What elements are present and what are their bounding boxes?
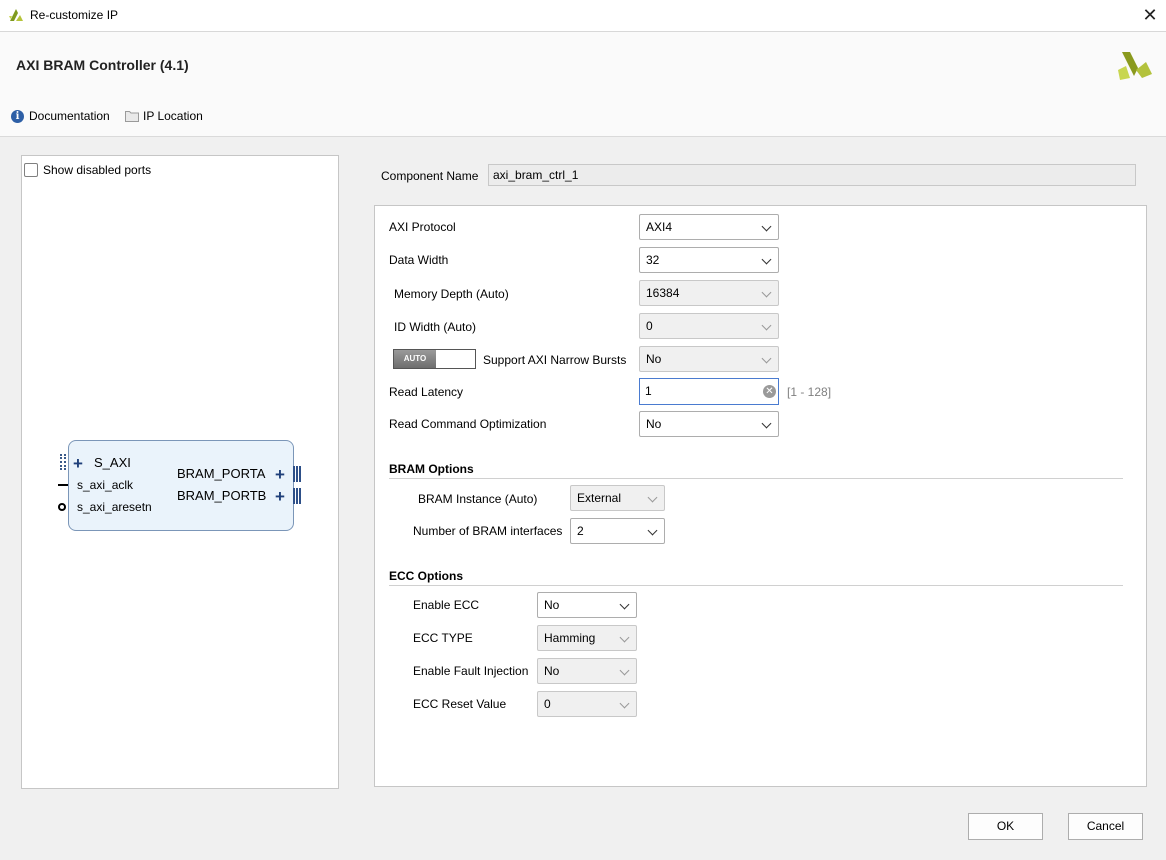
axi-protocol-value: AXI4	[646, 220, 673, 234]
ip-title: AXI BRAM Controller (4.1)	[16, 57, 189, 73]
bram-instance-select: External	[570, 485, 665, 511]
brand-logo-icon	[1118, 52, 1152, 80]
port-bram-portb: BRAM_PORTB	[177, 488, 267, 503]
bram-options-divider	[389, 478, 1123, 479]
read-latency-label: Read Latency	[389, 385, 464, 399]
close-button[interactable]: ✕	[1138, 4, 1162, 26]
memory-depth-label: Memory Depth (Auto)	[394, 287, 509, 301]
data-width-value: 32	[646, 253, 660, 267]
enable-ecc-select[interactable]: No	[537, 592, 637, 618]
checkbox-box[interactable]	[24, 163, 38, 177]
chevron-down-icon	[761, 254, 772, 265]
s-axi-expand-icon[interactable]: +	[73, 455, 83, 472]
memory-depth-select: 16384	[639, 280, 779, 306]
axi-protocol-select[interactable]: AXI4	[639, 214, 779, 240]
num-bram-interfaces-value: 2	[577, 524, 584, 538]
info-icon: i	[11, 109, 24, 123]
read-cmd-opt-value: No	[646, 417, 662, 431]
ecc-options-title: ECC Options	[389, 569, 463, 583]
id-width-label: ID Width (Auto)	[394, 320, 477, 334]
folder-icon	[125, 111, 139, 122]
chevron-down-icon	[619, 632, 630, 643]
read-cmd-opt-select[interactable]: No	[639, 411, 779, 437]
port-s-axi: S_AXI	[94, 455, 131, 470]
read-latency-input[interactable]: 1	[639, 378, 779, 405]
id-width-select: 0	[639, 313, 779, 339]
documentation-link[interactable]: i Documentation	[11, 109, 110, 123]
narrow-bursts-label: Support AXI Narrow Bursts	[483, 353, 627, 367]
window-title: Re-customize IP	[30, 8, 119, 22]
id-width-value: 0	[646, 319, 653, 333]
chevron-down-icon	[761, 221, 772, 232]
bram-porta-bus-icon	[293, 466, 302, 482]
ecc-reset-value-select: 0	[537, 691, 637, 717]
fault-injection-value: No	[544, 664, 560, 678]
num-bram-interfaces-select[interactable]: 2	[570, 518, 665, 544]
ecc-type-select: Hamming	[537, 625, 637, 651]
narrow-bursts-auto-toggle[interactable]: AUTO	[393, 349, 476, 369]
vivado-logo-icon	[9, 9, 23, 21]
show-disabled-ports-label: Show disabled ports	[43, 163, 152, 177]
clear-icon[interactable]: ✕	[763, 385, 776, 398]
ecc-options-divider	[389, 585, 1123, 586]
fault-injection-select: No	[537, 658, 637, 684]
component-name-label: Component Name	[381, 169, 479, 183]
narrow-bursts-select: No	[639, 346, 779, 372]
port-s-axi-aclk: s_axi_aclk	[77, 478, 134, 492]
enable-ecc-value: No	[544, 598, 560, 612]
aresetn-pin	[58, 503, 66, 511]
num-bram-interfaces-label: Number of BRAM interfaces	[413, 524, 563, 538]
ecc-reset-value-label: ECC Reset Value	[413, 697, 507, 711]
enable-ecc-label: Enable ECC	[413, 598, 480, 612]
chevron-down-icon	[647, 492, 658, 503]
bram-porta-expand-icon[interactable]: +	[275, 466, 285, 483]
chevron-down-icon	[619, 599, 630, 610]
bram-instance-value: External	[577, 491, 622, 505]
ecc-reset-value-value: 0	[544, 697, 551, 711]
chevron-down-icon	[761, 320, 772, 331]
read-cmd-opt-label: Read Command Optimization	[389, 417, 547, 431]
chevron-down-icon	[647, 525, 658, 536]
documentation-label: Documentation	[29, 109, 110, 123]
port-bram-porta: BRAM_PORTA	[177, 466, 266, 481]
chevron-down-icon	[619, 698, 630, 709]
narrow-bursts-value: No	[646, 352, 662, 366]
ip-location-link[interactable]: IP Location	[125, 109, 203, 123]
component-name-input[interactable]: axi_bram_ctrl_1	[488, 164, 1136, 186]
ecc-type-label: ECC TYPE	[413, 631, 473, 645]
data-width-select[interactable]: 32	[639, 247, 779, 273]
chevron-down-icon	[761, 287, 772, 298]
bram-options-title: BRAM Options	[389, 462, 474, 476]
auto-toggle-knob: AUTO	[394, 350, 436, 368]
s-axi-pin	[60, 454, 66, 470]
title-bar	[0, 0, 1166, 32]
read-latency-range: [1 - 128]	[787, 385, 832, 399]
ecc-type-value: Hamming	[544, 631, 596, 645]
chevron-down-icon	[619, 665, 630, 676]
ok-button[interactable]: OK	[968, 813, 1043, 840]
chevron-down-icon	[761, 418, 772, 429]
show-disabled-ports-checkbox[interactable]: Show disabled ports	[24, 163, 151, 177]
cancel-button[interactable]: Cancel	[1068, 813, 1143, 840]
data-width-label: Data Width	[389, 253, 449, 267]
fault-injection-label: Enable Fault Injection	[413, 664, 529, 678]
ip-location-label: IP Location	[143, 109, 203, 123]
chevron-down-icon	[761, 353, 772, 364]
bram-instance-label: BRAM Instance (Auto)	[418, 492, 538, 506]
port-s-axi-aresetn: s_axi_aresetn	[77, 500, 152, 514]
axi-protocol-label: AXI Protocol	[389, 220, 456, 234]
bram-portb-expand-icon[interactable]: +	[275, 488, 285, 505]
close-icon: ✕	[1142, 4, 1158, 25]
bram-portb-bus-icon	[293, 488, 302, 504]
aclk-pin	[58, 484, 68, 486]
memory-depth-value: 16384	[646, 286, 680, 300]
